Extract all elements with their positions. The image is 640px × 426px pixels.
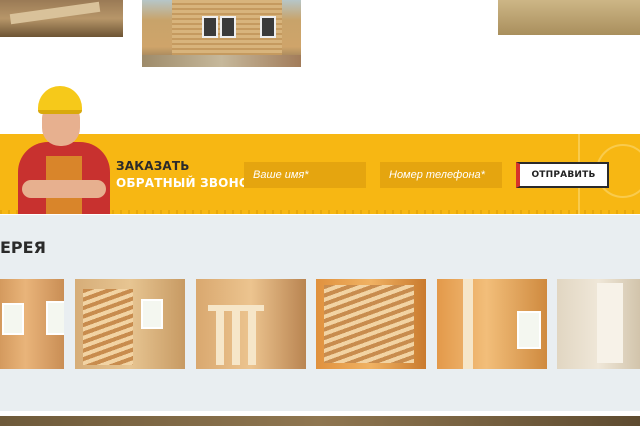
gallery-thumbnail[interactable] — [437, 279, 547, 369]
window-image — [2, 303, 24, 335]
project-photo[interactable] — [142, 0, 301, 67]
callback-title-line1: ЗАКАЗАТЬ — [116, 159, 190, 173]
gallery-thumbnail[interactable] — [75, 279, 185, 369]
callback-title-line2: ОБРАТНЫЙ ЗВОНОК — [116, 176, 260, 190]
project-photo[interactable] — [0, 0, 123, 37]
callback-title: ЗАКАЗАТЬ ОБРАТНЫЙ ЗВОНОК — [116, 158, 259, 192]
ground-image — [142, 55, 301, 67]
window-image — [141, 299, 163, 329]
helmet-icon — [38, 86, 82, 114]
stair-image — [83, 289, 133, 365]
window-image — [517, 311, 541, 349]
project-photo[interactable] — [498, 0, 640, 35]
gallery-thumbnail[interactable] — [557, 279, 640, 369]
stair-image — [324, 285, 414, 363]
name-input[interactable] — [244, 162, 366, 188]
window-image — [220, 16, 236, 38]
builder-illustration — [14, 86, 114, 214]
phone-input[interactable] — [380, 162, 502, 188]
gallery-thumbnail[interactable] — [316, 279, 426, 369]
window-image — [202, 16, 218, 38]
submit-button[interactable]: ОТПРАВИТЬ — [516, 162, 609, 188]
bottom-photo-strip — [0, 416, 640, 426]
window-image — [46, 301, 64, 335]
window-image — [260, 16, 276, 38]
gallery-thumbnail[interactable] — [0, 279, 64, 369]
gallery-title: ЕРЕЯ — [0, 238, 46, 257]
gallery-thumbnail[interactable] — [196, 279, 306, 369]
